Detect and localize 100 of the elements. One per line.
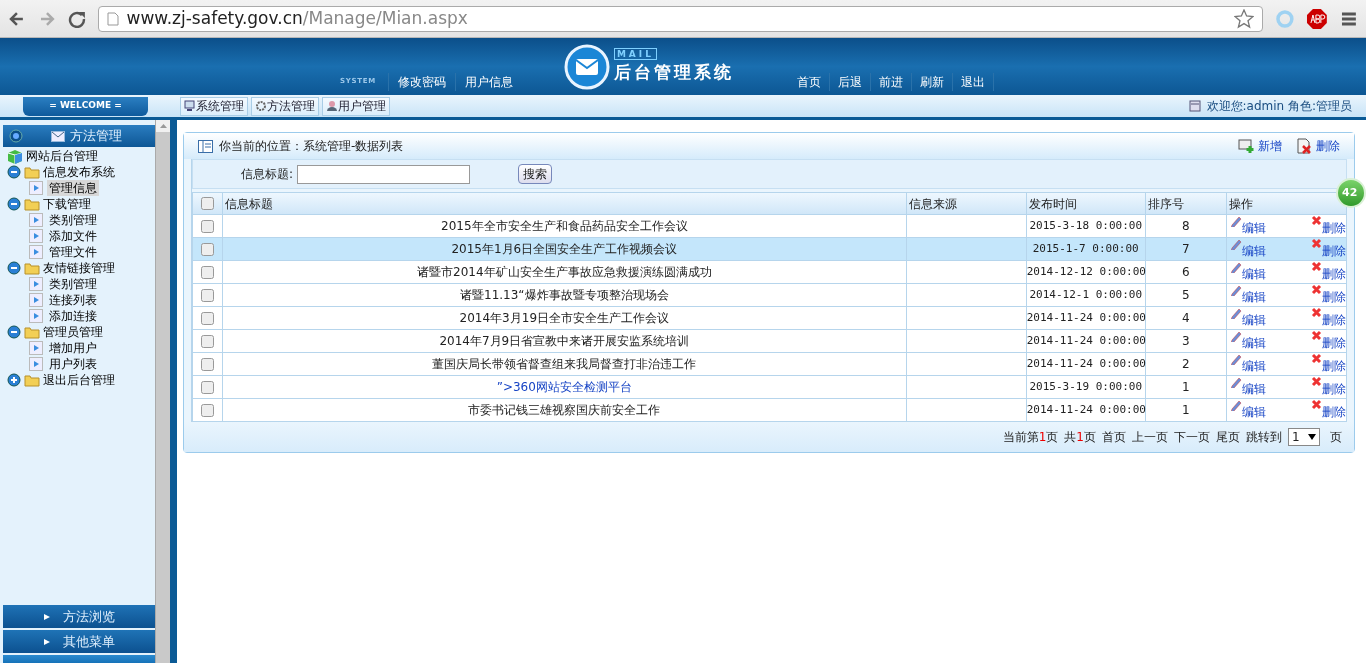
play-page-icon: [29, 213, 43, 227]
cube-icon: [7, 148, 23, 164]
page-suffix: 页: [1330, 429, 1342, 446]
header-nav-link[interactable]: 用户信息: [454, 72, 522, 91]
gear-icon: [255, 100, 267, 112]
header-nav-link[interactable]: 修改密码: [387, 72, 455, 91]
toolbar-link[interactable]: 删除: [1296, 137, 1340, 155]
sidebar-menu-button[interactable]: 方法浏览: [3, 605, 155, 628]
checkbox[interactable]: [201, 265, 214, 279]
tree-root-label[interactable]: 网站后台管理: [26, 148, 98, 164]
table-cell: 2014-11-24 0:00:00: [1026, 333, 1146, 347]
close-icon: [1311, 284, 1322, 295]
checkbox[interactable]: [201, 380, 214, 394]
search-button[interactable]: 搜索: [518, 164, 553, 184]
scrollbar[interactable]: [155, 120, 170, 663]
collapse-icon[interactable]: [7, 197, 21, 211]
tree-folder-label[interactable]: 管理员管理: [43, 324, 103, 340]
tree-item[interactable]: 管理文件: [47, 244, 99, 260]
tree-item[interactable]: 添加文件: [47, 228, 99, 244]
page-select[interactable]: 1: [1288, 428, 1320, 446]
pager-link[interactable]: 下一页: [1174, 428, 1210, 446]
checkbox[interactable]: [201, 219, 214, 233]
page-count: 共1页: [1064, 429, 1096, 446]
table-cell: 2015-3-18 0:00:00: [1029, 218, 1143, 232]
tree-folder-label[interactable]: 退出后台管理: [43, 372, 115, 388]
expand-icon[interactable]: [7, 373, 21, 387]
table-cell: 诸暨市2014年矿山安全生产事故应急救援演练圆满成功: [417, 265, 712, 279]
edit-link[interactable]: 编辑: [1229, 238, 1266, 260]
url-text: www.zj-safety.gov.cn/Manage/Mian.aspx: [126, 6, 468, 30]
title-link[interactable]: ”>360网站安全检测平台: [496, 380, 632, 394]
checkbox[interactable]: [201, 357, 214, 371]
collapse-icon[interactable]: [7, 261, 21, 275]
play-page-icon: [29, 293, 43, 307]
delete-link[interactable]: 删除: [1311, 376, 1346, 398]
checkbox[interactable]: [201, 197, 214, 210]
checkbox[interactable]: [201, 334, 214, 348]
delete-link[interactable]: 删除: [1311, 353, 1346, 375]
tree-item[interactable]: 添加连接: [47, 308, 99, 324]
tree-item[interactable]: 类别管理: [47, 276, 99, 292]
pager-link[interactable]: 尾页: [1216, 428, 1240, 446]
edit-link[interactable]: 编辑: [1229, 353, 1266, 375]
toolbar-link[interactable]: 新增: [1238, 137, 1282, 155]
checkbox[interactable]: [201, 311, 214, 325]
table-cell: 1: [1182, 380, 1190, 394]
tree-item[interactable]: 增加用户: [47, 340, 99, 356]
pencil-icon: [1229, 307, 1242, 319]
scroll-up-icon[interactable]: [155, 120, 171, 132]
tree-folder-label[interactable]: 友情链接管理: [43, 260, 115, 276]
table-cell: 2015-1-7 0:00:00: [1032, 241, 1139, 255]
search-field[interactable]: [297, 164, 471, 184]
pencil-icon: [1229, 238, 1242, 250]
play-page-icon: [29, 229, 43, 243]
checkbox[interactable]: [201, 403, 214, 417]
table-cell: 市委书记钱三雄视察国庆前安全工作: [468, 403, 661, 417]
delete-link[interactable]: 删除: [1311, 330, 1346, 352]
edit-link[interactable]: 编辑: [1229, 215, 1266, 237]
delete-link[interactable]: 删除: [1311, 399, 1346, 421]
tree-item[interactable]: 类别管理: [47, 212, 99, 228]
header-nav-link[interactable]: 退出: [952, 72, 994, 91]
top-tab[interactable]: 用户管理: [322, 96, 390, 116]
checkbox[interactable]: [201, 288, 214, 302]
pager-link[interactable]: 上一页: [1132, 428, 1168, 446]
edit-link[interactable]: 编辑: [1229, 307, 1266, 329]
play-page-icon: [29, 309, 43, 323]
delete-link[interactable]: 删除: [1311, 284, 1346, 306]
pager-link[interactable]: 首页: [1102, 428, 1126, 446]
pencil-icon: [1229, 284, 1242, 296]
header-nav-link[interactable]: 后退: [829, 72, 871, 91]
tree-folder-label[interactable]: 信息发布系统: [43, 164, 115, 180]
user-info: 欢迎您:admin 角色:管理员: [1206, 98, 1352, 115]
edit-link[interactable]: 编辑: [1229, 330, 1266, 352]
checkbox[interactable]: [201, 242, 214, 256]
star-icon[interactable]: [1233, 8, 1254, 29]
delete-file-icon: [1296, 138, 1312, 154]
top-tab[interactable]: 方法管理: [251, 96, 319, 116]
tree-item[interactable]: 连接列表: [47, 292, 99, 308]
header-nav-link[interactable]: 前进: [870, 72, 912, 91]
sidebar-menu-button[interactable]: 其他菜单: [3, 630, 155, 653]
reload-icon[interactable]: [67, 9, 86, 28]
search-label: 信息标题:: [241, 166, 294, 183]
edit-link[interactable]: 编辑: [1229, 376, 1266, 398]
delete-link[interactable]: 删除: [1311, 238, 1346, 260]
address-field[interactable]: www.zj-safety.gov.cn/Manage/Mian.aspx: [97, 5, 1263, 32]
header-nav-link[interactable]: 刷新: [911, 72, 953, 91]
tree-item[interactable]: 管理信息: [47, 180, 99, 196]
add-note-icon: [1238, 138, 1254, 154]
collapse-icon[interactable]: [7, 325, 21, 339]
edit-link[interactable]: 编辑: [1229, 399, 1266, 421]
tree-item[interactable]: 用户列表: [47, 356, 99, 372]
tree-folder-label[interactable]: 下载管理: [43, 196, 91, 212]
edit-link[interactable]: 编辑: [1229, 284, 1266, 306]
collapse-icon[interactable]: [7, 165, 21, 179]
play-page-icon: [29, 181, 43, 195]
delete-link[interactable]: 删除: [1311, 307, 1346, 329]
header-nav-link[interactable]: 首页: [788, 72, 830, 91]
delete-link[interactable]: 删除: [1311, 261, 1346, 283]
delete-link[interactable]: 删除: [1311, 215, 1346, 237]
top-tab[interactable]: 系统管理: [180, 96, 248, 116]
stop-sign-icon[interactable]: [1306, 7, 1329, 30]
edit-link[interactable]: 编辑: [1229, 261, 1266, 283]
